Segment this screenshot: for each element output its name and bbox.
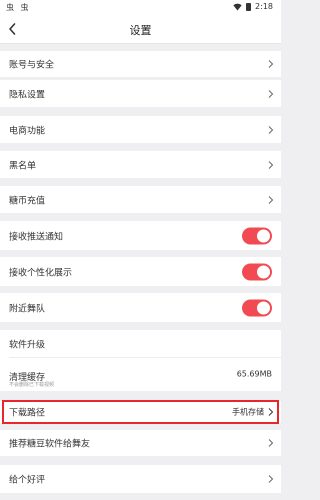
personalized-toggle[interactable] <box>242 263 272 280</box>
chevron-right-icon <box>268 439 274 448</box>
status-app-icons: 虫 虫 <box>6 3 31 12</box>
chevron-right-icon <box>268 195 274 204</box>
row-label: 账号与安全 <box>9 60 55 71</box>
row-clear-cache[interactable]: 清理缓存 不会删除已下载视频 65.69MB <box>0 357 281 391</box>
row-label: 电商功能 <box>9 126 46 136</box>
row-sublabel: 不会删除已下载视频 <box>9 382 55 388</box>
row-ecommerce[interactable]: 电商功能 <box>0 116 281 143</box>
nav-bar: 设置 <box>0 14 281 44</box>
row-nearby-teams: 附近舞队 <box>0 293 281 322</box>
chevron-right-icon <box>268 60 274 69</box>
row-label: 黑名单 <box>9 161 37 171</box>
row-recharge[interactable]: 糖币充值 <box>0 186 281 213</box>
row-recommend[interactable]: 推荐糖豆软件给舞友 <box>0 430 281 456</box>
row-label: 给个好评 <box>9 475 46 486</box>
chevron-right-icon <box>268 160 274 169</box>
row-blacklist[interactable]: 黑名单 <box>0 151 281 178</box>
status-right: 2:18 <box>233 2 273 11</box>
chevron-right-icon <box>268 89 274 98</box>
status-bar: 虫 虫 2:18 <box>0 0 281 14</box>
row-personalized-display: 接收个性化展示 <box>0 257 281 286</box>
cache-size-value: 65.69MB <box>236 369 272 379</box>
divider <box>9 357 281 358</box>
row-privacy-settings[interactable]: 隐私设置 <box>0 80 281 107</box>
row-label: 糖币充值 <box>9 196 46 206</box>
status-time: 2:18 <box>255 2 273 11</box>
toggle-knob <box>257 301 270 314</box>
row-label: 软件升级 <box>9 340 46 350</box>
chevron-right-icon <box>268 125 274 134</box>
row-label: 接收推送通知 <box>9 232 64 242</box>
battery-icon <box>246 2 252 11</box>
toggle-knob <box>257 265 270 278</box>
row-label: 推荐糖豆软件给舞友 <box>9 439 91 450</box>
row-label: 接收个性化展示 <box>9 268 73 278</box>
highlight-box <box>2 400 279 424</box>
row-software-upgrade[interactable]: 软件升级 <box>0 330 281 357</box>
wifi-icon <box>233 3 242 11</box>
chevron-right-icon <box>268 475 274 484</box>
row-label: 附近舞队 <box>9 304 46 314</box>
row-account-security[interactable]: 账号与安全 <box>0 51 281 77</box>
push-notify-toggle[interactable] <box>242 227 272 244</box>
toggle-knob <box>257 229 270 242</box>
nearby-teams-toggle[interactable] <box>242 299 272 316</box>
page-title: 设置 <box>129 24 152 37</box>
row-push-notifications: 接收推送通知 <box>0 221 281 250</box>
row-label: 隐私设置 <box>9 90 46 100</box>
row-rate[interactable]: 给个好评 <box>0 465 281 493</box>
